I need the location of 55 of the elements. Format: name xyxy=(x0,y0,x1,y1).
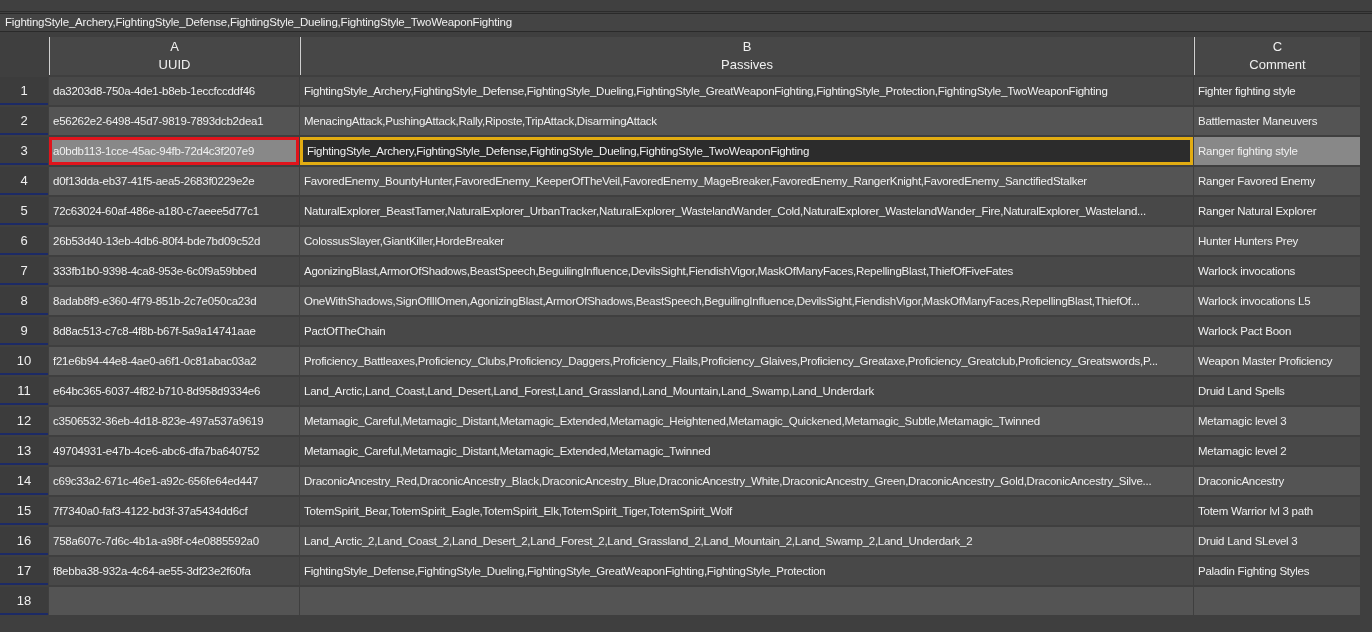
table-cell: Totem Warrior lvl 3 path xyxy=(1194,497,1360,525)
table-cell: 8adab8f9-e360-4f79-851b-2c7e050ca23d xyxy=(49,287,299,315)
table-cell: DraconicAncestry xyxy=(1194,467,1360,495)
table-cell: DraconicAncestry_Red,DraconicAncestry_Black,DraconicAncestry_Blue,DraconicAncestry_White,DraconicAncestry_Green,DraconicAncestry_Gold,DraconicAncestry_Silve... xyxy=(300,467,1193,495)
table-cell: FightingStyle_Archery,FightingStyle_Defense,FightingStyle_Dueling,FightingStyle_GreatWeaponFighting,FightingStyle_Protection,FightingStyle_TwoWeaponFighting xyxy=(300,77,1193,105)
table-cell: Ranger Favored Enemy xyxy=(1194,167,1360,195)
table-cell: Land_Arctic,Land_Coast,Land_Desert,Land_Forest,Land_Grassland,Land_Mountain,Land_Swamp,Land_Underdark xyxy=(300,377,1193,405)
table-cell: MenacingAttack,PushingAttack,Rally,Riposte,TripAttack,DisarmingAttack xyxy=(300,107,1193,135)
table-cell: 7f7340a0-faf3-4122-bd3f-37a5434dd6cf xyxy=(49,497,299,525)
table-cell: e64bc365-6037-4f82-b710-8d958d9334e6 xyxy=(49,377,299,405)
table-cell: a0bdb113-1cce-45ac-94fb-72d4c3f207e9 xyxy=(49,137,299,165)
table-cell: Warlock invocations xyxy=(1194,257,1360,285)
table-cell: FightingStyle_Archery,FightingStyle_Defense,FightingStyle_Dueling,FightingStyle_TwoWeaponFighting xyxy=(300,137,1193,165)
table-cell: 758a607c-7d6c-4b1a-a98f-c4e0885592a0 xyxy=(49,527,299,555)
column-header[interactable]: C Comment xyxy=(1194,37,1360,75)
table-cell: Ranger fighting style xyxy=(1194,137,1360,165)
table-cell: Fighter fighting style xyxy=(1194,77,1360,105)
table-cell: Battlemaster Maneuvers xyxy=(1194,107,1360,135)
table-cell: Ranger Natural Explorer xyxy=(1194,197,1360,225)
table-cell: e56262e2-6498-45d7-9819-7893dcb2dea1 xyxy=(49,107,299,135)
table-cell: FightingStyle_Defense,FightingStyle_Dueling,FightingStyle_GreatWeaponFighting,FightingStyle_Protection xyxy=(300,557,1193,585)
table-cell: f21e6b94-44e8-4ae0-a6f1-0c81abac03a2 xyxy=(49,347,299,375)
table-cell: 333fb1b0-9398-4ca8-953e-6c0f9a59bbed xyxy=(49,257,299,285)
table-cell: c3506532-36eb-4d18-823e-497a537a9619 xyxy=(49,407,299,435)
table-cell: Proficiency_Battleaxes,Proficiency_Clubs,Proficiency_Daggers,Proficiency_Flails,Proficiency_Glaives,Proficiency_Greataxe,Proficiency_Greatclub,Proficiency_Greatswords,P... xyxy=(300,347,1193,375)
table-cell: TotemSpirit_Bear,TotemSpirit_Eagle,TotemSpirit_Elk,TotemSpirit_Tiger,TotemSpirit_Wolf xyxy=(300,497,1193,525)
table-cell: OneWithShadows,SignOfIllOmen,AgonizingBlast,ArmorOfShadows,BeastSpeech,BeguilingInfluence,DevilsSight,FiendishVigor,MaskOfManyFaces,RepellingBlast,ThiefOf... xyxy=(300,287,1193,315)
column-header[interactable]: B Passives xyxy=(300,37,1193,75)
table-cell: NaturalExplorer_BeastTamer,NaturalExplorer_UrbanTracker,NaturalExplorer_WastelandWander_Cold,NaturalExplorer_WastelandWander_Fire,NaturalExplorer_Wasteland... xyxy=(300,197,1193,225)
table-cell: Hunter Hunters Prey xyxy=(1194,227,1360,255)
table-cell: c69c33a2-671c-46e1-a92c-656fe64ed447 xyxy=(49,467,299,495)
column-header[interactable]: A UUID xyxy=(49,37,299,75)
table-cell: Druid Land SLevel 3 xyxy=(1194,527,1360,555)
table-cell: Metamagic_Careful,Metamagic_Distant,Metamagic_Extended,Metamagic_Heightened,Metamagic_Quickened,Metamagic_Subtle,Metamagic_Twinned xyxy=(300,407,1193,435)
formula-bar[interactable]: FightingStyle_Archery,FightingStyle_Defense,FightingStyle_Dueling,FightingStyle_TwoWeaponFighting xyxy=(0,13,1372,32)
table-cell: FavoredEnemy_BountyHunter,FavoredEnemy_KeeperOfTheVeil,FavoredEnemy_MageBreaker,FavoredEnemy_RangerKnight,FavoredEnemy_SanctifiedStalker xyxy=(300,167,1193,195)
table-cell: 26b53d40-13eb-4db6-80f4-bde7bd09c52d xyxy=(49,227,299,255)
table-cell: PactOfTheChain xyxy=(300,317,1193,345)
table-cell: Paladin Fighting Styles xyxy=(1194,557,1360,585)
table-cell: AgonizingBlast,ArmorOfShadows,BeastSpeech,BeguilingInfluence,DevilsSight,FiendishVigor,MaskOfManyFaces,RepellingBlast,ThiefOfFiveFates xyxy=(300,257,1193,285)
table-cell: 49704931-e47b-4ce6-abc6-dfa7ba640752 xyxy=(49,437,299,465)
table-cell: Warlock invocations L5 xyxy=(1194,287,1360,315)
table-cell: Warlock Pact Boon xyxy=(1194,317,1360,345)
table-cell: Metamagic level 2 xyxy=(1194,437,1360,465)
table-cell: Druid Land Spells xyxy=(1194,377,1360,405)
table-cell: da3203d8-750a-4de1-b8eb-1eccfccddf46 xyxy=(49,77,299,105)
table-cell: ColossusSlayer,GiantKiller,HordeBreaker xyxy=(300,227,1193,255)
table-cell: 8d8ac513-c7c8-4f8b-b67f-5a9a14741aae xyxy=(49,317,299,345)
table-cell: d0f13dda-eb37-41f5-aea5-2683f0229e2e xyxy=(49,167,299,195)
table-cell: Weapon Master Proficiency xyxy=(1194,347,1360,375)
table-cell: Metamagic level 3 xyxy=(1194,407,1360,435)
table-cell: 72c63024-60af-486e-a180-c7aeee5d77c1 xyxy=(49,197,299,225)
table-cell: Land_Arctic_2,Land_Coast_2,Land_Desert_2,Land_Forest_2,Land_Grassland_2,Land_Mountain_2,Land_Swamp_2,Land_Underdark_2 xyxy=(300,527,1193,555)
table-cell: Metamagic_Careful,Metamagic_Distant,Metamagic_Extended,Metamagic_Twinned xyxy=(300,437,1193,465)
table-cell: f8ebba38-932a-4c64-ae55-3df23e2f60fa xyxy=(49,557,299,585)
